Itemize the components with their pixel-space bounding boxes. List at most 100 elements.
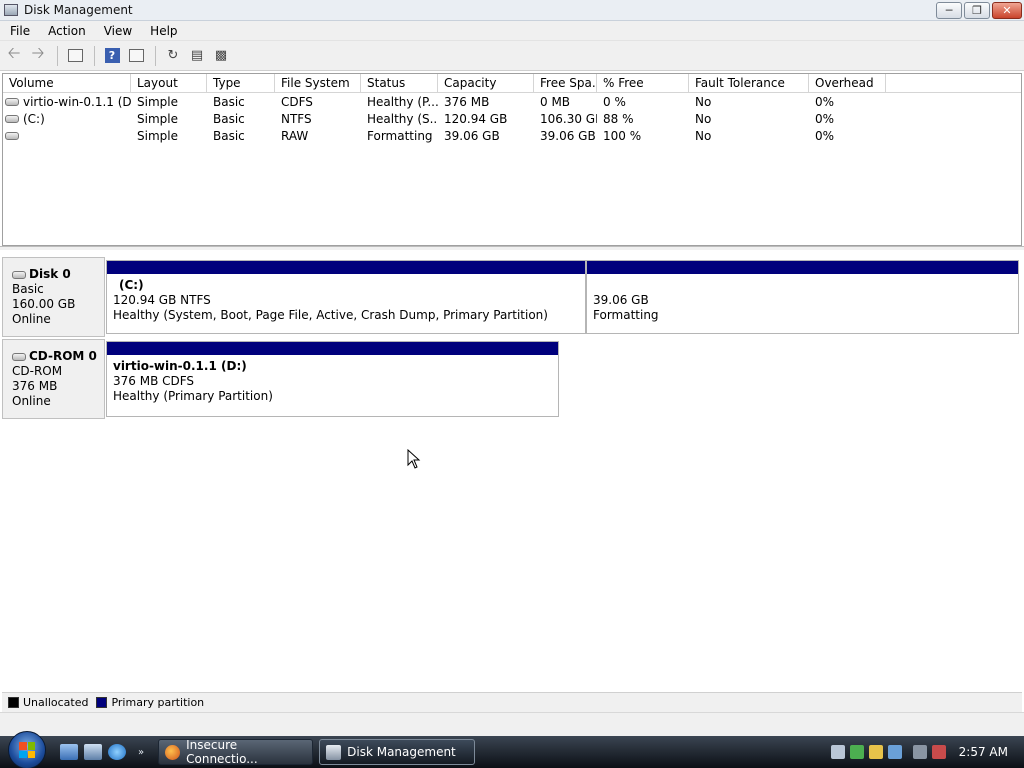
table-row[interactable]: (C:) Simple Basic NTFS Healthy (S... 120… bbox=[3, 110, 1021, 127]
title-bar: Disk Management ─ ❐ ✕ bbox=[0, 0, 1024, 21]
hard-drive-icon bbox=[5, 114, 19, 123]
primary-partition-bar bbox=[107, 342, 558, 355]
menu-view[interactable]: View bbox=[94, 24, 140, 38]
partition-d-size: 376 MB CDFS bbox=[113, 374, 195, 388]
partition-raw[interactable]: 39.06 GB Formatting bbox=[586, 260, 1019, 334]
mouse-cursor-icon bbox=[407, 449, 421, 469]
col-volume[interactable]: Volume bbox=[3, 74, 131, 92]
disk-0-size: 160.00 GB bbox=[12, 297, 76, 311]
help-button[interactable]: ? bbox=[101, 45, 123, 67]
volume-muted-icon[interactable] bbox=[931, 745, 946, 759]
action-pane-icon bbox=[128, 49, 144, 62]
taskbar-item-firefox[interactable]: Insecure Connectio... bbox=[158, 738, 314, 766]
security-shield-icon[interactable] bbox=[868, 745, 883, 759]
cdrom-0-name: CD-ROM 0 bbox=[29, 349, 97, 363]
quick-launch: » bbox=[60, 744, 144, 760]
show-hide-action-pane-button[interactable] bbox=[125, 45, 147, 67]
toolbar: 🡠 🡢 ? ↻ ▤ ▩ bbox=[0, 41, 1024, 71]
properties-icon: ▤ bbox=[190, 48, 204, 63]
menu-action[interactable]: Action bbox=[38, 24, 94, 38]
disk-management-icon bbox=[326, 744, 342, 760]
table-row[interactable]: virtio-win-0.1.1 (D:) Simple Basic CDFS … bbox=[3, 93, 1021, 110]
disk-graphical-view: Disk 0 Basic 160.00 GB Online (C:) 120.9… bbox=[2, 250, 1022, 690]
partition-c[interactable]: (C:) 120.94 GB NTFS Healthy (System, Boo… bbox=[106, 260, 586, 334]
help-icon: ? bbox=[104, 48, 120, 63]
menu-file[interactable]: File bbox=[0, 24, 38, 38]
disk-0-type: Basic bbox=[12, 282, 44, 296]
cdrom-0-row: CD-ROM 0 CD-ROM 376 MB Online virtio-win… bbox=[2, 339, 1022, 419]
back-arrow-icon: 🡠 bbox=[7, 43, 21, 62]
quick-launch-more-icon[interactable]: » bbox=[138, 747, 144, 758]
update-icon[interactable] bbox=[849, 745, 864, 759]
disk-0-name: Disk 0 bbox=[29, 267, 71, 281]
windows-logo-icon bbox=[19, 742, 35, 758]
cdrom-0-type: CD-ROM bbox=[12, 364, 63, 378]
disk-0-row: Disk 0 Basic 160.00 GB Online (C:) 120.9… bbox=[2, 257, 1022, 337]
system-tray: 2:57 AM bbox=[825, 736, 1024, 768]
column-headers: Volume Layout Type File System Status Ca… bbox=[3, 74, 1021, 93]
menu-bar: File Action View Help bbox=[0, 21, 1024, 41]
taskbar: » Insecure Connectio... Disk Management … bbox=[0, 731, 1024, 768]
hard-drive-icon bbox=[5, 131, 19, 140]
partition-d-status: Healthy (Primary Partition) bbox=[113, 389, 273, 403]
internet-explorer-icon[interactable] bbox=[108, 744, 126, 760]
close-button[interactable]: ✕ bbox=[992, 2, 1022, 19]
partition-c-size: 120.94 GB NTFS bbox=[113, 293, 211, 307]
forward-arrow-icon: 🡢 bbox=[31, 43, 45, 62]
col-type[interactable]: Type bbox=[207, 74, 275, 92]
col-fault-tolerance[interactable]: Fault Tolerance bbox=[689, 74, 809, 92]
legend-unallocated: Unallocated bbox=[23, 696, 89, 709]
partition-c-status: Healthy (System, Boot, Page File, Active… bbox=[113, 308, 548, 322]
disk-0-state: Online bbox=[12, 312, 51, 326]
cdrom-0-state: Online bbox=[12, 394, 51, 408]
legend-primary-partition: Primary partition bbox=[111, 696, 205, 709]
start-button[interactable] bbox=[8, 731, 46, 768]
col-percent-free[interactable]: % Free bbox=[597, 74, 689, 92]
primary-partition-swatch bbox=[96, 697, 108, 708]
menu-help[interactable]: Help bbox=[140, 24, 185, 38]
disk-0-info[interactable]: Disk 0 Basic 160.00 GB Online bbox=[2, 257, 105, 337]
col-free-space[interactable]: Free Spa... bbox=[534, 74, 597, 92]
partition-d[interactable]: virtio-win-0.1.1 (D:) 376 MB CDFS Health… bbox=[106, 341, 559, 417]
show-hide-console-tree-button[interactable] bbox=[64, 45, 86, 67]
hard-drive-icon bbox=[12, 270, 26, 279]
settings-button[interactable]: ▩ bbox=[210, 45, 232, 67]
col-file-system[interactable]: File System bbox=[275, 74, 361, 92]
partition-raw-size: 39.06 GB bbox=[593, 293, 649, 307]
partition-c-label: (C:) bbox=[119, 278, 144, 292]
properties-button[interactable]: ▤ bbox=[186, 45, 208, 67]
legend: Unallocated Primary partition bbox=[2, 692, 1022, 712]
firefox-icon bbox=[165, 744, 181, 760]
partition-raw-status: Formatting bbox=[593, 308, 659, 322]
show-desktop-icon[interactable] bbox=[60, 744, 78, 760]
cd-drive-icon bbox=[5, 97, 19, 106]
cd-drive-icon bbox=[12, 352, 26, 361]
table-row[interactable]: Simple Basic RAW Formatting 39.06 GB 39.… bbox=[3, 127, 1021, 144]
col-capacity[interactable]: Capacity bbox=[438, 74, 534, 92]
device-icon[interactable] bbox=[887, 745, 902, 759]
unallocated-swatch bbox=[8, 697, 19, 708]
window-title: Disk Management bbox=[24, 3, 133, 17]
col-status[interactable]: Status bbox=[361, 74, 438, 92]
clock[interactable]: 2:57 AM bbox=[959, 745, 1008, 759]
forward-button[interactable]: 🡢 bbox=[27, 43, 49, 67]
console-tree-icon bbox=[67, 49, 83, 62]
status-bar bbox=[0, 712, 1024, 736]
partition-d-label: virtio-win-0.1.1 (D:) bbox=[113, 359, 247, 373]
network-status-icon[interactable] bbox=[912, 745, 927, 759]
minimize-button[interactable]: ─ bbox=[936, 2, 962, 19]
cdrom-0-info[interactable]: CD-ROM 0 CD-ROM 376 MB Online bbox=[2, 339, 105, 419]
col-overhead[interactable]: Overhead bbox=[809, 74, 886, 92]
back-button[interactable]: 🡠 bbox=[3, 43, 25, 67]
col-layout[interactable]: Layout bbox=[131, 74, 207, 92]
maximize-button[interactable]: ❐ bbox=[964, 2, 990, 19]
network-icon[interactable] bbox=[830, 745, 845, 759]
disk-management-icon bbox=[4, 4, 18, 16]
refresh-button[interactable]: ↻ bbox=[162, 45, 184, 67]
volume-list: Volume Layout Type File System Status Ca… bbox=[2, 73, 1022, 246]
primary-partition-bar bbox=[587, 261, 1018, 274]
taskbar-item-disk-management[interactable]: Disk Management bbox=[319, 739, 476, 765]
primary-partition-bar bbox=[107, 261, 585, 274]
settings-icon: ▩ bbox=[214, 48, 228, 63]
switch-windows-icon[interactable] bbox=[84, 744, 102, 760]
